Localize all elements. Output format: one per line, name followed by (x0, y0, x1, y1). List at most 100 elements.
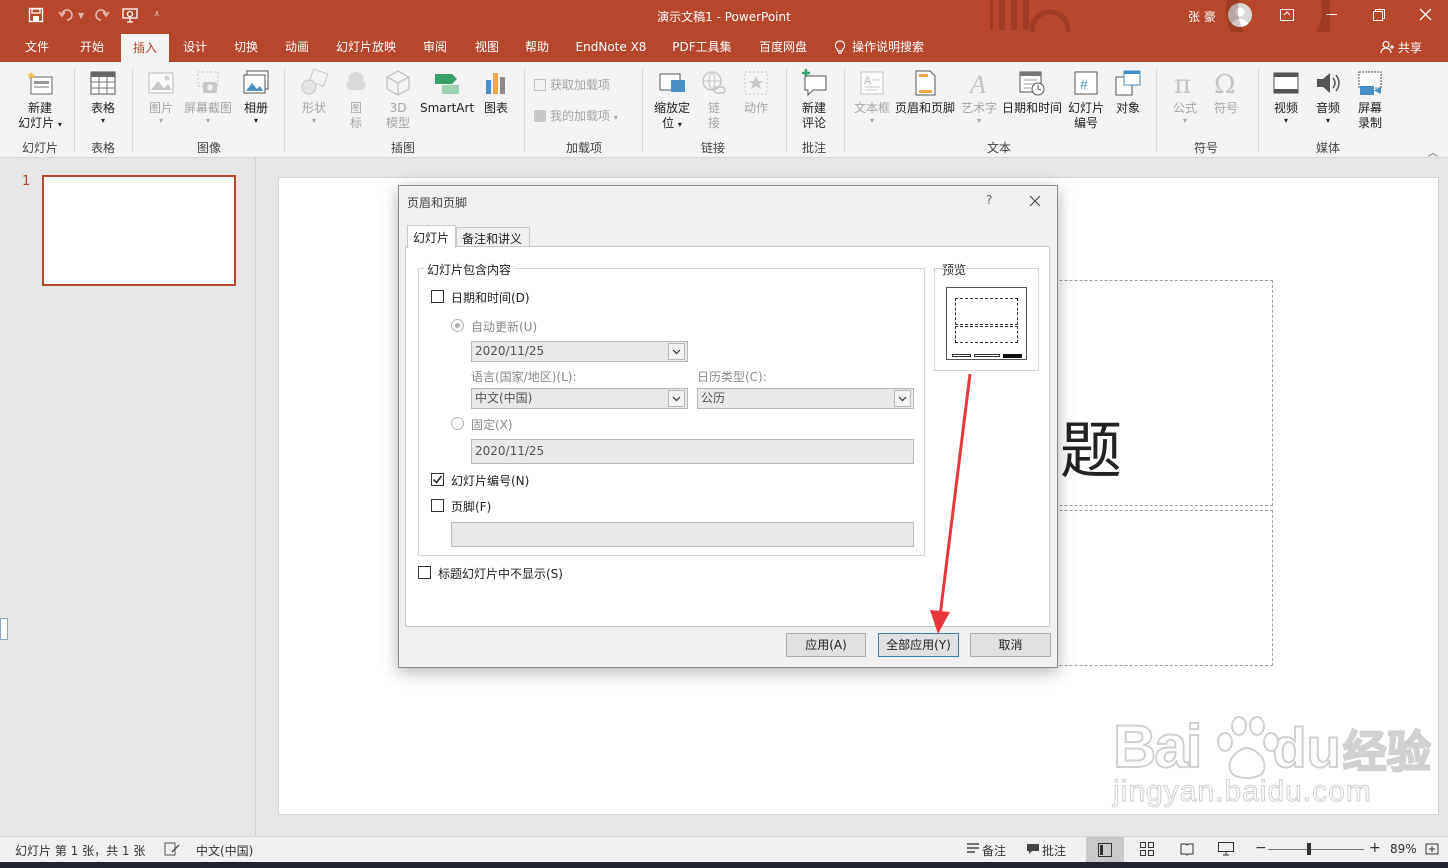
tab-help[interactable]: 帮助 (516, 32, 558, 62)
zoom-slider[interactable] (1268, 849, 1364, 850)
video-button[interactable]: 视频 ▾ (1266, 68, 1306, 125)
avatar[interactable] (1228, 3, 1252, 27)
tab-view[interactable]: 视图 (466, 32, 508, 62)
picture-button[interactable]: 图片 ▾ (142, 68, 180, 125)
group-separator (524, 68, 525, 152)
slide-sorter-view-icon[interactable] (1140, 842, 1154, 856)
group-label-tables: 表格 (90, 141, 115, 155)
share-button[interactable]: 共享 (1398, 39, 1422, 56)
auto-update-date-select[interactable]: 2020/11/25 (471, 341, 688, 362)
textbox-button[interactable]: A 文本框 ▾ (852, 68, 892, 125)
group-label-symbols: 符号 (1193, 141, 1218, 155)
tab-design[interactable]: 设计 (174, 32, 216, 62)
chevron-down-icon (668, 390, 685, 407)
fit-to-window-icon[interactable] (1424, 841, 1440, 857)
tell-me-search[interactable]: 操作说明搜索 (852, 32, 942, 62)
dont-show-on-title-slide-checkbox[interactable] (418, 566, 431, 579)
zoom-level[interactable]: 89% (1390, 842, 1417, 856)
ribbon-display-options-icon[interactable] (1280, 9, 1294, 21)
language-status[interactable]: 中文(中国) (196, 842, 253, 859)
redo-icon[interactable] (94, 7, 110, 23)
language-select[interactable]: 中文(中国) (471, 388, 688, 409)
normal-view-button[interactable] (1086, 837, 1124, 863)
new-comment-button[interactable]: 新建 评论 (792, 68, 836, 131)
header-footer-button[interactable]: 页眉和页脚 (892, 68, 958, 116)
status-bar: 幻灯片 第 1 张，共 1 张 中文(中国) 备注 批注 − + 89% (0, 836, 1448, 863)
equation-button[interactable]: π 公式 ▾ (1166, 68, 1204, 125)
screenshot-button[interactable]: 屏幕截图 ▾ (182, 68, 234, 125)
fixed-date-radio[interactable] (451, 417, 464, 430)
thumbnail-number: 1 (22, 174, 31, 189)
screen-recording-button[interactable]: 屏幕 录制 (1350, 68, 1390, 131)
spelling-icon[interactable] (164, 842, 180, 856)
my-addins-button[interactable]: 我的加载项 ▾ (534, 109, 638, 125)
slide-thumbnail-pane: 1 (0, 158, 256, 836)
tab-baidu-pan[interactable]: 百度网盘 (750, 32, 816, 62)
restore-icon[interactable] (1373, 9, 1385, 21)
table-button[interactable]: 表格 ▾ (80, 68, 126, 125)
tab-animations[interactable]: 动画 (276, 32, 318, 62)
notes-button[interactable]: 备注 (982, 842, 1006, 859)
zoom-slider-thumb[interactable] (1307, 843, 1311, 855)
smartart-button[interactable]: SmartArt (420, 68, 474, 116)
reading-view-icon[interactable] (1180, 842, 1194, 856)
tab-transitions[interactable]: 切换 (225, 32, 267, 62)
collapse-ribbon-icon[interactable]: ︿ (1428, 144, 1438, 159)
customize-toolbar-icon[interactable]: ⩡ (154, 9, 160, 20)
dialog-close-icon[interactable] (1029, 195, 1041, 207)
minimize-icon[interactable] (1326, 14, 1337, 15)
slideshow-view-icon[interactable] (1218, 842, 1234, 856)
cancel-button[interactable]: 取消 (970, 633, 1051, 657)
undo-dropdown-icon[interactable]: ▼ (78, 11, 84, 20)
footer-text-input[interactable] (451, 522, 914, 547)
pane-edge-handle[interactable] (0, 618, 8, 640)
auto-update-radio[interactable] (451, 319, 464, 332)
tab-review[interactable]: 审阅 (414, 32, 456, 62)
calendar-type-select[interactable]: 公历 (697, 388, 914, 409)
chart-button[interactable]: 图表 (478, 68, 514, 116)
link-button[interactable]: 链接 (696, 68, 732, 131)
tab-insert[interactable]: 插入 (121, 34, 169, 62)
zoom-in-button[interactable]: + (1369, 840, 1381, 856)
tab-home[interactable]: 开始 (70, 32, 114, 62)
group-label-comments: 批注 (801, 141, 826, 155)
photo-album-button[interactable]: 相册 ▾ (236, 68, 276, 125)
zoom-out-button[interactable]: − (1255, 840, 1267, 856)
date-time-button[interactable]: 日期和时间 (1000, 68, 1064, 116)
shapes-button[interactable]: 形状 ▾ (292, 68, 336, 125)
wordart-button[interactable]: A 艺术字 ▾ (958, 68, 1000, 125)
slide-count-status: 幻灯片 第 1 张，共 1 张 (15, 844, 146, 858)
3d-models-button[interactable]: 3D 模型 (378, 68, 418, 131)
dialog-help-button[interactable]: ? (986, 193, 992, 207)
audio-button[interactable]: 音频 ▾ (1308, 68, 1348, 125)
tab-slide[interactable]: 幻灯片 (407, 225, 456, 248)
undo-icon[interactable] (58, 7, 76, 23)
apply-button[interactable]: 应用(A) (786, 633, 866, 657)
slide-number-checkbox[interactable] (431, 473, 444, 486)
action-button[interactable]: 动作 (736, 68, 776, 116)
get-addins-button[interactable]: 获取加载项 (534, 78, 638, 93)
fixed-date-input[interactable]: 2020/11/25 (471, 439, 914, 464)
new-slide-button[interactable]: 新建 幻灯片 ▾ (12, 68, 68, 132)
save-icon[interactable] (28, 7, 44, 23)
user-name: 张 豪 (1188, 10, 1216, 24)
icons-button[interactable]: 图标 (338, 68, 374, 131)
language-label: 语言(国家/地区)(L): (471, 370, 577, 384)
slide-number-button[interactable]: # 幻灯片 编号 (1064, 68, 1108, 131)
object-button[interactable]: 对象 (1110, 68, 1146, 116)
slide-thumbnail[interactable] (42, 175, 236, 286)
close-icon[interactable] (1419, 8, 1432, 21)
footer-checkbox[interactable] (431, 499, 444, 512)
tab-file[interactable]: 文件 (16, 32, 58, 62)
auto-update-label: 自动更新(U) (471, 320, 538, 334)
datetime-checkbox[interactable] (431, 290, 444, 303)
comments-button[interactable]: 批注 (1042, 842, 1066, 859)
tab-pdf-tools[interactable]: PDF工具集 (664, 32, 740, 62)
tab-endnote[interactable]: EndNote X8 (568, 32, 654, 62)
tab-slide-show[interactable]: 幻灯片放映 (330, 32, 402, 62)
zoom-button[interactable]: 缩放定位 ▾ (650, 68, 694, 132)
tab-notes-handouts[interactable]: 备注和讲义 (456, 227, 530, 247)
share-icon[interactable] (1380, 40, 1394, 54)
start-from-beginning-icon[interactable] (122, 7, 140, 23)
symbol-button[interactable]: Ω 符号 (1206, 68, 1246, 116)
